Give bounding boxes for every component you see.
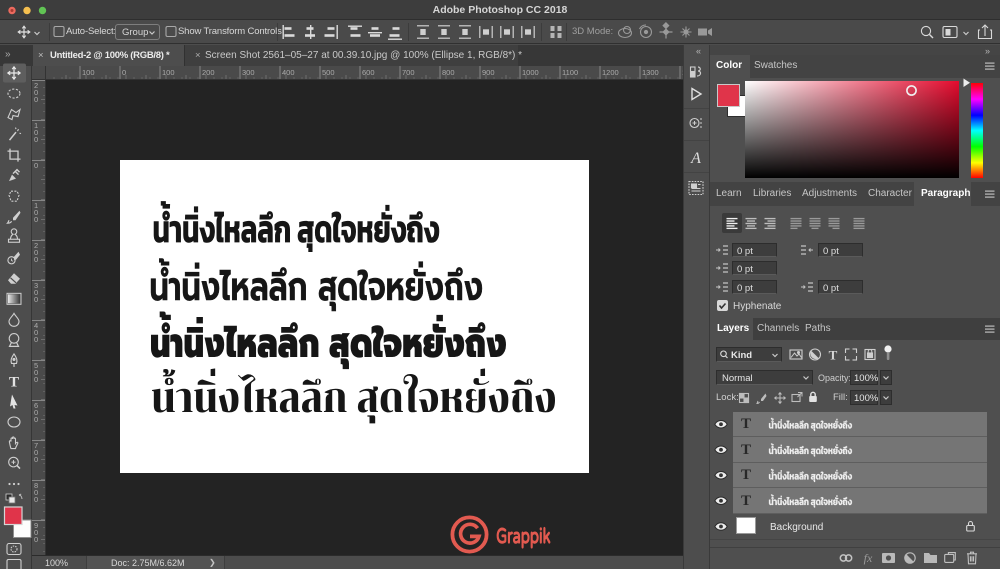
svg-text:A: A bbox=[690, 150, 701, 167]
svg-text:T: T bbox=[9, 374, 19, 390]
svg-text:T: T bbox=[829, 348, 838, 363]
svg-text:fx: fx bbox=[864, 551, 873, 565]
